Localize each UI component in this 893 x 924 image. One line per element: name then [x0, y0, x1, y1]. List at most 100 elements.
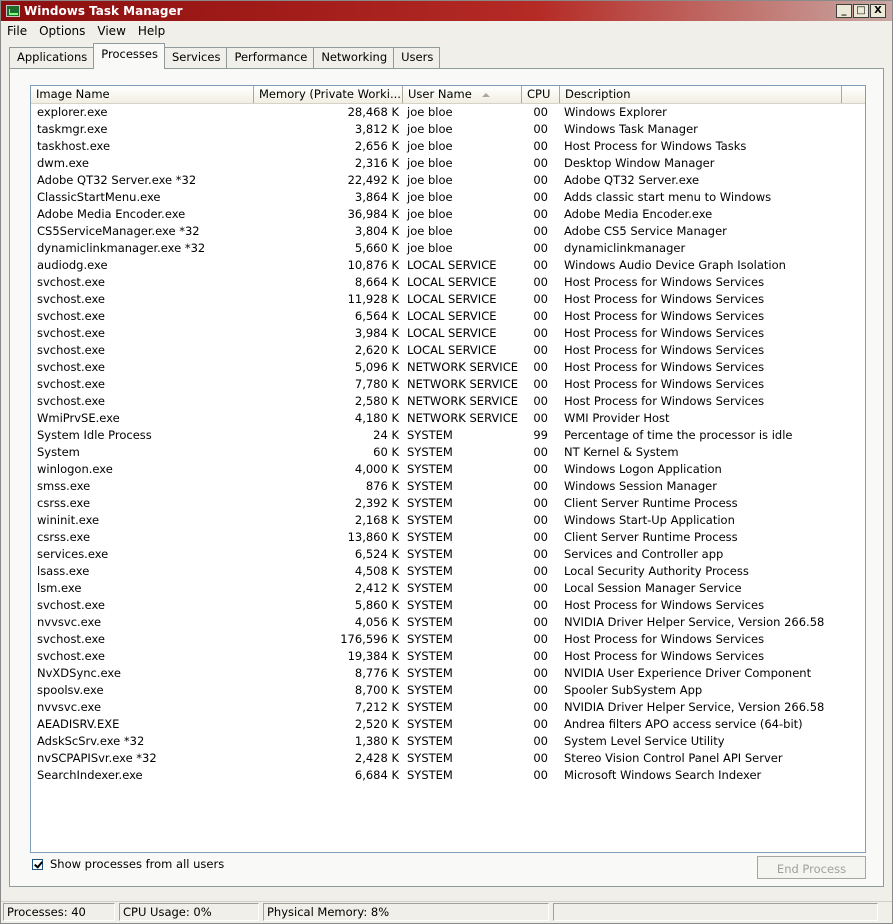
maximize-button[interactable]: □	[853, 4, 869, 18]
process-cpu: 00	[533, 224, 548, 238]
table-row[interactable]: wininit.exe 2,168 K SYSTEM 00 Windows Start-…	[31, 512, 865, 529]
close-button[interactable]: X	[870, 4, 886, 18]
process-user-name: SYSTEM	[407, 479, 453, 493]
process-user-name: SYSTEM	[407, 564, 453, 578]
show-all-users-checkbox[interactable]	[32, 858, 43, 870]
process-cpu: 00	[533, 411, 548, 425]
tab-performance[interactable]: Performance	[226, 47, 315, 69]
process-image-name: svchost.exe	[37, 632, 106, 646]
table-row[interactable]: System 60 K SYSTEM 00 NT Kernel & System	[31, 444, 865, 461]
table-row[interactable]: taskmgr.exe 3,812 K joe bloe 00 Windows Task…	[31, 121, 865, 138]
table-row[interactable]: svchost.exe 11,928 K LOCAL SERVICE 00 Host P…	[31, 291, 865, 308]
process-image-name: nvSCPAPISvr.exe *32	[37, 751, 157, 765]
column-image-name[interactable]: Image Name	[31, 86, 254, 103]
tab-users[interactable]: Users	[393, 47, 441, 69]
table-row[interactable]: winlogon.exe 4,000 K SYSTEM 00 Windows Logon…	[31, 461, 865, 478]
menu-options[interactable]: Options	[33, 24, 91, 38]
table-row[interactable]: nvvsvc.exe 7,212 K SYSTEM 00 NVIDIA Driver H…	[31, 699, 865, 716]
table-row[interactable]: services.exe 6,524 K SYSTEM 00 Services and …	[31, 546, 865, 563]
table-row[interactable]: svchost.exe 3,984 K LOCAL SERVICE 00 Host Pr…	[31, 325, 865, 342]
table-row[interactable]: lsm.exe 2,412 K SYSTEM 00 Local Session Mana…	[31, 580, 865, 597]
process-memory: 6,684 K	[354, 768, 399, 782]
table-row[interactable]: audiodg.exe 10,876 K LOCAL SERVICE 00 Window…	[31, 257, 865, 274]
process-rows: explorer.exe 28,468 K joe bloe 00 Windows Ex…	[31, 104, 865, 784]
table-row[interactable]: svchost.exe 8,664 K LOCAL SERVICE 00 Host Pr…	[31, 274, 865, 291]
column-memory[interactable]: Memory (Private Worki...	[254, 86, 403, 103]
process-user-name: NETWORK SERVICE	[407, 360, 518, 374]
table-row[interactable]: SearchIndexer.exe 6,684 K SYSTEM 00 Microsof…	[31, 767, 865, 784]
process-user-name: LOCAL SERVICE	[407, 309, 497, 323]
table-row[interactable]: NvXDSync.exe 8,776 K SYSTEM 00 NVIDIA User E…	[31, 665, 865, 682]
process-memory: 3,804 K	[354, 224, 399, 238]
table-row[interactable]: explorer.exe 28,468 K joe bloe 00 Windows Ex…	[31, 104, 865, 121]
process-description: Windows Explorer	[564, 105, 667, 119]
table-row[interactable]: AdskScSrv.exe *32 1,380 K SYSTEM 00 System L…	[31, 733, 865, 750]
process-memory: 4,000 K	[354, 462, 399, 476]
tab-processes[interactable]: Processes	[93, 43, 165, 69]
table-row[interactable]: svchost.exe 5,096 K NETWORK SERVICE 00 Host …	[31, 359, 865, 376]
table-row[interactable]: nvSCPAPISvr.exe *32 2,428 K SYSTEM 00 Stereo…	[31, 750, 865, 767]
process-image-name: SearchIndexer.exe	[37, 768, 143, 782]
tab-services[interactable]: Services	[163, 47, 228, 69]
title-bar[interactable]: Windows Task Manager _ □ X	[1, 1, 892, 21]
tab-networking[interactable]: Networking	[313, 47, 395, 69]
process-user-name: SYSTEM	[407, 751, 453, 765]
process-image-name: audiodg.exe	[37, 258, 108, 272]
table-row[interactable]: svchost.exe 7,780 K NETWORK SERVICE 00 Host …	[31, 376, 865, 393]
show-all-users-option[interactable]: Show processes from all users	[32, 857, 224, 871]
process-description: Windows Task Manager	[564, 122, 698, 136]
table-row[interactable]: svchost.exe 2,620 K LOCAL SERVICE 00 Host Pr…	[31, 342, 865, 359]
table-row[interactable]: ClassicStartMenu.exe 3,864 K joe bloe 00 Add…	[31, 189, 865, 206]
minimize-button[interactable]: _	[836, 4, 852, 18]
process-list[interactable]: Image Name Memory (Private Worki... User…	[30, 85, 866, 853]
table-row[interactable]: csrss.exe 13,860 K SYSTEM 00 Client Server R…	[31, 529, 865, 546]
process-description: Windows Session Manager	[564, 479, 717, 493]
table-row[interactable]: taskhost.exe 2,656 K joe bloe 00 Host Proces…	[31, 138, 865, 155]
table-row[interactable]: spoolsv.exe 8,700 K SYSTEM 00 Spooler SubSys…	[31, 682, 865, 699]
table-row[interactable]: System Idle Process 24 K SYSTEM 99 Percentag…	[31, 427, 865, 444]
table-row[interactable]: dynamiclinkmanager.exe *32 5,660 K joe blo…	[31, 240, 865, 257]
status-cpu-usage: CPU Usage: 0%	[119, 903, 259, 921]
process-description: Host Process for Windows Services	[564, 326, 765, 340]
table-row[interactable]: Adobe Media Encoder.exe 36,984 K joe bloe 0…	[31, 206, 865, 223]
table-row[interactable]: CS5ServiceManager.exe *32 3,804 K joe bloe…	[31, 223, 865, 240]
process-description: Host Process for Windows Services	[564, 275, 765, 289]
table-row[interactable]: smss.exe 876 K SYSTEM 00 Windows Session Man…	[31, 478, 865, 495]
menu-help[interactable]: Help	[132, 24, 171, 38]
table-row[interactable]: lsass.exe 4,508 K SYSTEM 00 Local Security A…	[31, 563, 865, 580]
process-cpu: 00	[533, 105, 548, 119]
process-cpu: 00	[533, 207, 548, 221]
process-cpu: 00	[533, 479, 548, 493]
menu-view[interactable]: View	[91, 24, 131, 38]
table-row[interactable]: svchost.exe 176,596 K SYSTEM 00 Host Process…	[31, 631, 865, 648]
table-row[interactable]: WmiPrvSE.exe 4,180 K NETWORK SERVICE 00 WMI …	[31, 410, 865, 427]
end-process-button[interactable]: End Process	[757, 856, 866, 879]
process-user-name: joe bloe	[407, 190, 453, 204]
table-row[interactable]: nvvsvc.exe 4,056 K SYSTEM 00 NVIDIA Driver H…	[31, 614, 865, 631]
process-memory: 2,428 K	[354, 751, 399, 765]
column-description[interactable]: Description	[560, 86, 842, 103]
table-row[interactable]: AEADISRV.EXE 2,520 K SYSTEM 00 Andrea filter…	[31, 716, 865, 733]
table-row[interactable]: csrss.exe 2,392 K SYSTEM 00 Client Server Ru…	[31, 495, 865, 512]
tab-applications[interactable]: Applications	[9, 47, 95, 69]
process-description: dynamiclinkmanager	[564, 241, 686, 255]
process-cpu: 00	[533, 717, 548, 731]
process-image-name: System	[37, 445, 80, 459]
menu-file[interactable]: File	[1, 24, 33, 38]
table-row[interactable]: dwm.exe 2,316 K joe bloe 00 Desktop Window M…	[31, 155, 865, 172]
table-row[interactable]: svchost.exe 5,860 K SYSTEM 00 Host Process f…	[31, 597, 865, 614]
column-cpu[interactable]: CPU	[522, 86, 560, 103]
table-row[interactable]: svchost.exe 19,384 K SYSTEM 00 Host Process …	[31, 648, 865, 665]
process-cpu: 00	[533, 173, 548, 187]
column-user-name[interactable]: User Name	[403, 86, 522, 103]
process-image-name: CS5ServiceManager.exe *32	[37, 224, 200, 238]
table-row[interactable]: svchost.exe 6,564 K LOCAL SERVICE 00 Host Pr…	[31, 308, 865, 325]
process-user-name: joe bloe	[407, 105, 453, 119]
process-cpu: 00	[533, 598, 548, 612]
process-memory: 7,212 K	[354, 700, 399, 714]
process-memory: 876 K	[365, 479, 399, 493]
table-row[interactable]: Adobe QT32 Server.exe *32 22,492 K joe blo…	[31, 172, 865, 189]
process-memory: 6,524 K	[354, 547, 399, 561]
table-row[interactable]: svchost.exe 2,580 K NETWORK SERVICE 00 Host …	[31, 393, 865, 410]
process-image-name: dynamiclinkmanager.exe *32	[37, 241, 206, 255]
